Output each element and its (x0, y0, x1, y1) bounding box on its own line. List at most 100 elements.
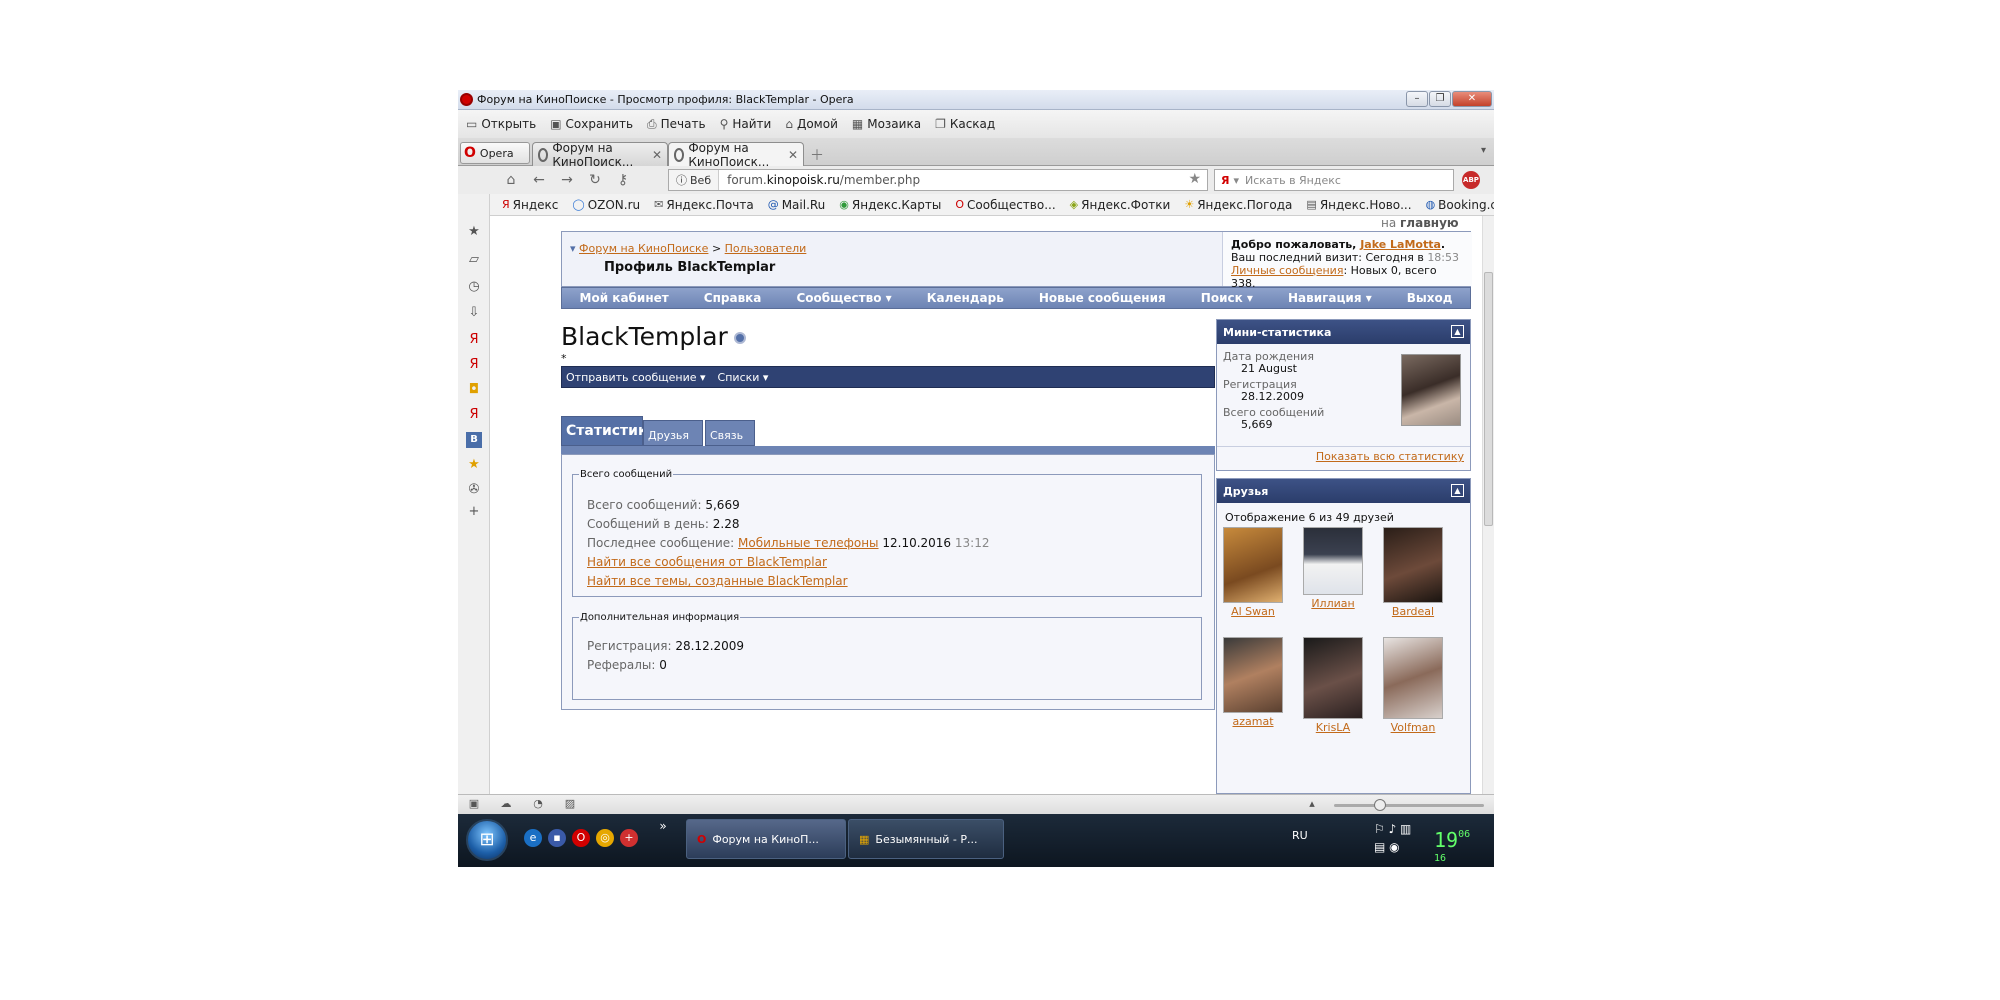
home-button[interactable]: ⌂ Домой (785, 117, 838, 131)
star-panel-icon[interactable]: ★ (466, 224, 482, 240)
tab-forum-2[interactable]: Форум на КиноПоиск... ✕ (668, 141, 804, 169)
cascade-button[interactable]: ❐ Каскад (935, 117, 995, 131)
collapse-icon[interactable]: ▲ (1451, 484, 1464, 497)
bookmark-booking[interactable]: ◍Booking.com (1426, 198, 1494, 212)
desktop-icon[interactable]: ▪ (548, 829, 566, 847)
friend-item[interactable]: Al Swan (1221, 527, 1285, 618)
bookmark-yandex-weather[interactable]: ☀ Яндекс.Погода (1184, 198, 1292, 212)
save-button[interactable]: ▣ Сохранить (550, 117, 633, 131)
maximize-button[interactable]: ❐ (1429, 91, 1451, 107)
nav-search[interactable]: Поиск ▾ (1201, 291, 1253, 305)
friend-name-link[interactable]: azamat (1221, 715, 1285, 728)
open-button[interactable]: ▭ Открыть (466, 117, 536, 131)
nav-calendar[interactable]: Календарь (927, 291, 1004, 305)
current-user-link[interactable]: Jake LaMotta (1360, 238, 1441, 251)
yandex-panel-icon[interactable]: Я (466, 357, 482, 373)
arrow-up-icon[interactable]: ▴ (1304, 797, 1320, 811)
last-post-link[interactable]: Мобильные телефоны (738, 536, 879, 550)
tray-icons[interactable]: ⚐ ♪ ▥ (1374, 822, 1411, 836)
bookmark-yandex-maps[interactable]: ◉ Яндекс.Карты (839, 198, 941, 212)
send-message-menu[interactable]: Отправить сообщение ▾ (566, 371, 706, 384)
start-button[interactable]: ⊞ (466, 819, 508, 861)
clock[interactable]: 1906 16 (1434, 828, 1470, 867)
nav-new-posts[interactable]: Новые сообщения (1039, 291, 1166, 305)
tab-contact[interactable]: Связь (705, 420, 755, 446)
tile-button[interactable]: ▦ Мозаика (852, 117, 921, 131)
chrome-icon[interactable]: ◎ (596, 829, 614, 847)
add-panel-icon[interactable]: + (466, 504, 482, 520)
nav-my-cabinet[interactable]: Мой кабинет (580, 291, 669, 305)
language-indicator[interactable]: RU (1292, 829, 1308, 842)
bookmark-ozon[interactable]: ◯ OZON.ru (572, 198, 640, 212)
forward-icon[interactable]: → (556, 172, 578, 188)
plus-icon[interactable]: + (620, 829, 638, 847)
private-messages-link[interactable]: Личные сообщения (1231, 264, 1343, 277)
yandex-panel-icon[interactable]: Я (466, 407, 482, 423)
key-icon[interactable]: ⚷ (612, 172, 634, 188)
breadcrumb-users-link[interactable]: Пользователи (725, 242, 807, 255)
close-tab-icon[interactable]: ✕ (652, 148, 662, 162)
print-button[interactable]: ⎙ Печать (647, 117, 706, 132)
history-icon[interactable]: ◷ (466, 279, 482, 295)
back-icon[interactable]: ← (528, 172, 550, 188)
home-link[interactable]: на главную (1381, 216, 1459, 230)
friend-name-link[interactable]: Иллиан (1301, 597, 1365, 610)
bookmark-yandex[interactable]: Я Яндекс (502, 198, 558, 212)
zoom-slider-knob[interactable] (1374, 799, 1386, 811)
friend-item[interactable]: KrisLA (1301, 637, 1365, 734)
friend-item[interactable]: Bardeal (1381, 527, 1445, 618)
favorites-star-icon[interactable]: ★ (466, 457, 482, 473)
minimize-button[interactable]: – (1406, 91, 1428, 107)
chat-icon[interactable]: ◘ (466, 382, 482, 398)
find-all-threads-link[interactable]: Найти все темы, созданные BlackTemplar (587, 574, 848, 588)
film-reel-icon[interactable]: ✇ (466, 482, 482, 498)
cloud-icon[interactable]: ☁ (498, 797, 514, 811)
new-tab-icon[interactable]: ＋ (810, 145, 824, 165)
yandex-panel-icon[interactable]: Я (466, 332, 482, 348)
chevron-down-icon[interactable]: ▾ (1481, 145, 1486, 156)
notes-icon[interactable]: ▱ (466, 252, 482, 268)
friend-name-link[interactable]: KrisLA (1301, 721, 1365, 734)
web-badge[interactable]: ⓘ Веб (669, 170, 720, 190)
tab-friends[interactable]: Друзья (643, 420, 703, 446)
nav-logout[interactable]: Выход (1407, 291, 1453, 305)
friend-item[interactable]: Иллиан (1301, 527, 1365, 610)
friend-name-link[interactable]: Volfman (1381, 721, 1445, 734)
panel-toggle-icon[interactable]: ▣ (466, 797, 482, 811)
close-button[interactable]: ✕ (1452, 91, 1492, 107)
zoom-slider[interactable] (1334, 799, 1484, 811)
tab-statistics[interactable]: Статистика (561, 416, 657, 446)
vk-icon[interactable]: B (466, 432, 482, 448)
scrollbar-thumb[interactable] (1484, 272, 1493, 526)
home-nav-icon[interactable]: ⌂ (500, 172, 522, 188)
lists-menu[interactable]: Списки ▾ (718, 371, 769, 384)
expand-chevron-icon[interactable]: » (654, 817, 672, 835)
bookmark-yandex-photos[interactable]: ◈ Яндекс.Фотки (1070, 198, 1171, 212)
task-paint[interactable]: ▦ Безымянный - Р... (848, 819, 1004, 859)
nav-community[interactable]: Сообщество ▾ (796, 291, 891, 305)
adblock-icon[interactable]: ABP (1462, 171, 1480, 189)
bookmark-yandex-news[interactable]: ▤ Яндекс.Ново... (1306, 198, 1411, 212)
find-all-posts-link[interactable]: Найти все сообщения от BlackTemplar (587, 555, 827, 569)
opera-menu-button[interactable]: O Opera (460, 142, 530, 164)
friend-item[interactable]: azamat (1221, 637, 1285, 728)
image-icon[interactable]: ▨ (562, 797, 578, 811)
reload-icon[interactable]: ↻ (584, 172, 606, 188)
breadcrumb-forum-link[interactable]: Форум на КиноПоиске (579, 242, 708, 255)
vertical-scrollbar[interactable] (1482, 216, 1494, 794)
task-opera[interactable]: O Форум на КиноП... (686, 819, 846, 859)
collapse-icon[interactable]: ▲ (1451, 325, 1464, 338)
close-tab-icon[interactable]: ✕ (788, 148, 798, 162)
tab-forum-1[interactable]: Форум на КиноПоиск... ✕ (532, 141, 668, 169)
nav-help[interactable]: Справка (704, 291, 762, 305)
opera-icon[interactable]: O (572, 829, 590, 847)
ie-icon[interactable]: e (524, 829, 542, 847)
search-input[interactable]: Я ▾ Искать в Яндекс (1214, 169, 1454, 191)
downloads-icon[interactable]: ⇩ (466, 305, 482, 321)
find-button[interactable]: ⚲ Найти (720, 117, 772, 131)
url-text[interactable]: forum.kinopoisk.ru/member.php (719, 173, 920, 187)
friend-name-link[interactable]: Bardeal (1381, 605, 1445, 618)
nav-navigation[interactable]: Навигация ▾ (1288, 291, 1372, 305)
bookmark-yandex-mail[interactable]: ✉ Яндекс.Почта (654, 198, 754, 212)
tray-icons[interactable]: ▤ ◉ (1374, 840, 1400, 854)
